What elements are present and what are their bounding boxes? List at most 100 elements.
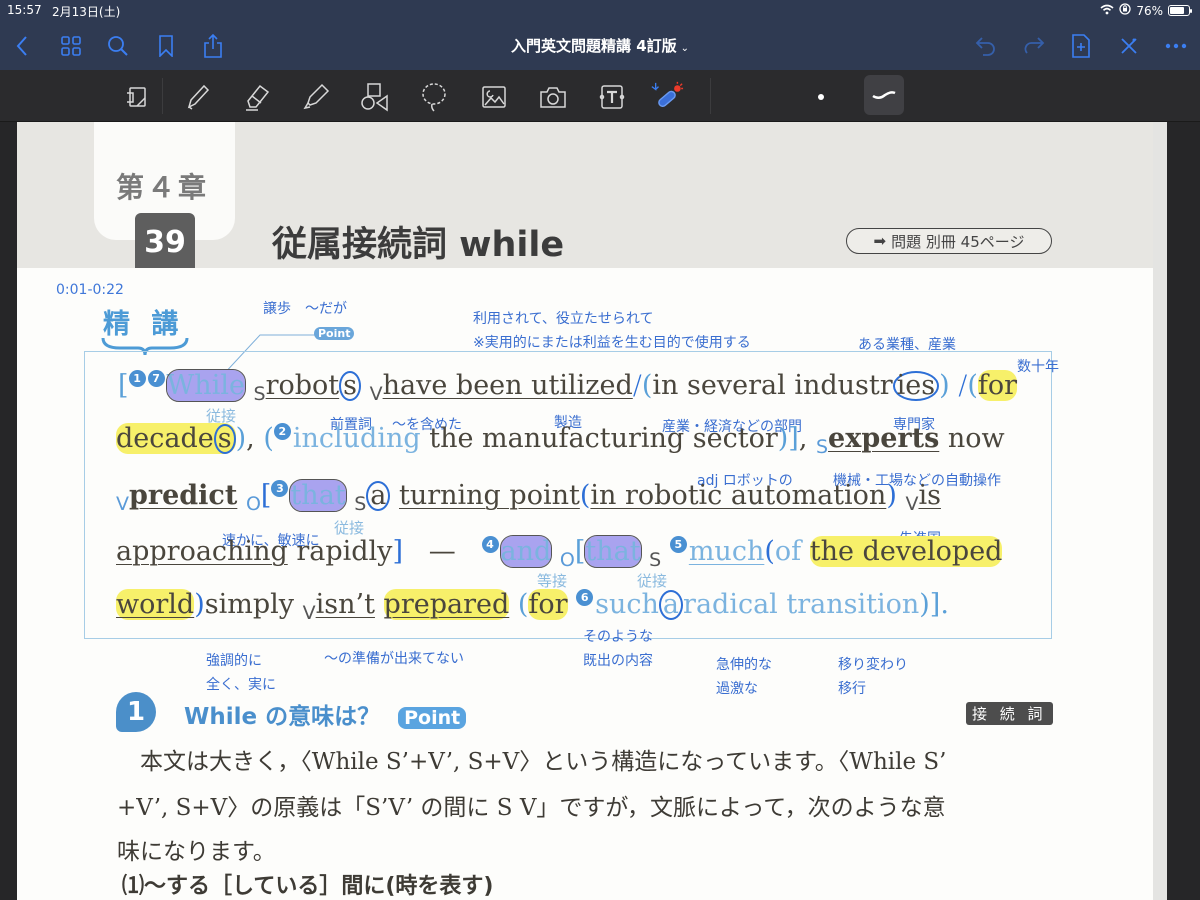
word-much: much [688, 536, 765, 567]
number-badge: 5 [669, 536, 687, 553]
subject-mark: S [354, 493, 367, 515]
rotation-lock-icon [1119, 3, 1131, 18]
word-prepared: prepared [383, 589, 510, 620]
label-tousetsu: 等接 [537, 572, 568, 590]
document-title-text: 入門英文問題精講 4訂版 [510, 37, 677, 55]
more-icon[interactable] [1162, 32, 1190, 60]
close-icon[interactable] [1115, 32, 1143, 60]
dot-size-icon[interactable] [804, 80, 838, 114]
sentence-line-2: decade s), (2 including the manufacturing … [116, 423, 1005, 458]
phrase-radical-transition: radical transition [683, 589, 920, 620]
note-sono-1: そのような [583, 629, 653, 645]
word-that: that [584, 535, 642, 568]
word-including: including [292, 423, 421, 454]
paren: ) [939, 370, 950, 401]
subsection-heading: ⑴～する［している］間に(時を表す) [122, 874, 494, 899]
lesson-number: 39 [135, 213, 195, 268]
word-for: for [977, 370, 1018, 401]
verb-mark: V [302, 602, 316, 624]
wifi-icon [1100, 4, 1114, 18]
phrase-turning-point: turning point [399, 480, 580, 511]
circled-s: s [339, 371, 362, 401]
read-mode-icon[interactable] [120, 80, 154, 114]
label-juusetsu: 従接 [334, 519, 365, 537]
verb-mark: V [905, 493, 919, 515]
word-rapidly: rapidly [296, 536, 393, 567]
word-robots: robot s [265, 370, 362, 401]
body-paragraph-line-3: 味になります。 [117, 839, 276, 865]
arrow-right-icon: ➡ [873, 232, 887, 250]
annotation-toolbar [0, 70, 1200, 122]
section-point-tag: Point [398, 707, 467, 729]
number-badge: 4 [481, 536, 499, 553]
status-time: 15:57 [7, 3, 42, 17]
number-badge: 7 [147, 370, 165, 387]
word-world: world [116, 589, 195, 620]
number-badge: 2 [273, 423, 291, 440]
problem-reference-text: 問題 別冊 45ページ [891, 232, 1025, 251]
stroke-style-icon[interactable] [864, 75, 904, 115]
circled-a: a [366, 481, 391, 511]
status-right: 76% [1100, 3, 1192, 18]
number-badge: 3 [271, 480, 289, 497]
eraser-icon[interactable] [240, 80, 274, 114]
note-sono-2: 既出の内容 [583, 653, 653, 669]
undo-icon[interactable] [972, 32, 1000, 60]
section-title-text: While の意味は？ [184, 704, 381, 730]
dash: — [428, 536, 456, 567]
subject-mark: S [649, 549, 662, 571]
note-junbi: ～の準備が出来てない [324, 651, 464, 667]
laser-pointer-icon[interactable] [650, 80, 684, 114]
problem-reference[interactable]: ➡ 問題 別冊 45ページ [846, 228, 1052, 254]
word-decades: decade s [116, 423, 236, 454]
highlighter-icon[interactable] [299, 80, 333, 114]
bracket: [ [118, 370, 129, 401]
body-paragraph-line-2: +V’, S+V〉の原義は「S’V’ の間に S V」ですが，文脈によって，次の… [117, 795, 946, 821]
lasso-icon[interactable] [417, 80, 451, 114]
sentence-line-1: [1 7 While Srobot s Vhave been utilized/(in… [118, 369, 1018, 405]
status-date: 2月13日(土) [52, 5, 121, 19]
word-isnt: isn’t [315, 589, 375, 620]
word-simply: simply [204, 589, 295, 620]
paren: ( [764, 536, 775, 567]
word-is: is [918, 480, 941, 511]
number-badge: 1 [128, 370, 146, 387]
word-robot: robot [265, 370, 340, 401]
word-decade: decade [116, 423, 214, 454]
word-now: now [947, 423, 1005, 454]
subject-mark: S [253, 383, 266, 405]
phrase-robotic-automation: in robotic automation [590, 480, 887, 511]
circled-s: s [213, 424, 236, 454]
text-box-icon[interactable] [595, 80, 629, 114]
section-title: While の意味は？ Point [184, 697, 467, 731]
word-approaching: approaching [116, 536, 288, 567]
shapes-icon[interactable] [357, 80, 391, 114]
paren: ) [886, 480, 897, 511]
note-utsuri-2: 移行 [838, 681, 866, 697]
word-predict: predict [129, 480, 238, 511]
paren: ) [194, 589, 205, 620]
word-experts: experts [828, 423, 940, 454]
label-juusetsu: 従接 [637, 572, 668, 590]
add-page-icon[interactable] [1067, 32, 1095, 60]
chevron-down-icon: ⌄ [680, 43, 690, 54]
document-viewport[interactable]: 第４章 39 従属接続詞 while ➡ 問題 別冊 45ページ 0:01-0:2… [0, 122, 1200, 900]
image-icon[interactable] [477, 80, 511, 114]
note-kyuushin-1: 急伸的な [716, 657, 772, 673]
section-number: 1 [116, 692, 156, 732]
category-tag: 接 続 詞 [966, 702, 1053, 725]
word-for: for [528, 589, 568, 620]
note-kyouchou-1: 強調的に [206, 653, 262, 669]
chapter-label: 第４章 [116, 171, 210, 204]
pen-icon[interactable] [181, 80, 215, 114]
redo-icon[interactable] [1020, 32, 1048, 60]
phrase-manufacturing: the manufacturing sector [429, 423, 778, 454]
camera-icon[interactable] [536, 80, 570, 114]
note-kyuushin-2: 過激な [716, 681, 758, 697]
sentence-line-5: world)simply Visn’t prepared (for 6 such a… [116, 589, 949, 624]
note-utsuri-1: 移り変わり [838, 657, 908, 673]
status-bar: 15:57 2月13日(土) 76% [0, 0, 1200, 22]
note-kyouchou-2: 全く、実に [206, 677, 276, 693]
top-bar: 15:57 2月13日(土) 76% 入門英文問題精講 4訂版 ⌄ [0, 0, 1200, 70]
verb-mark: V [369, 383, 383, 405]
